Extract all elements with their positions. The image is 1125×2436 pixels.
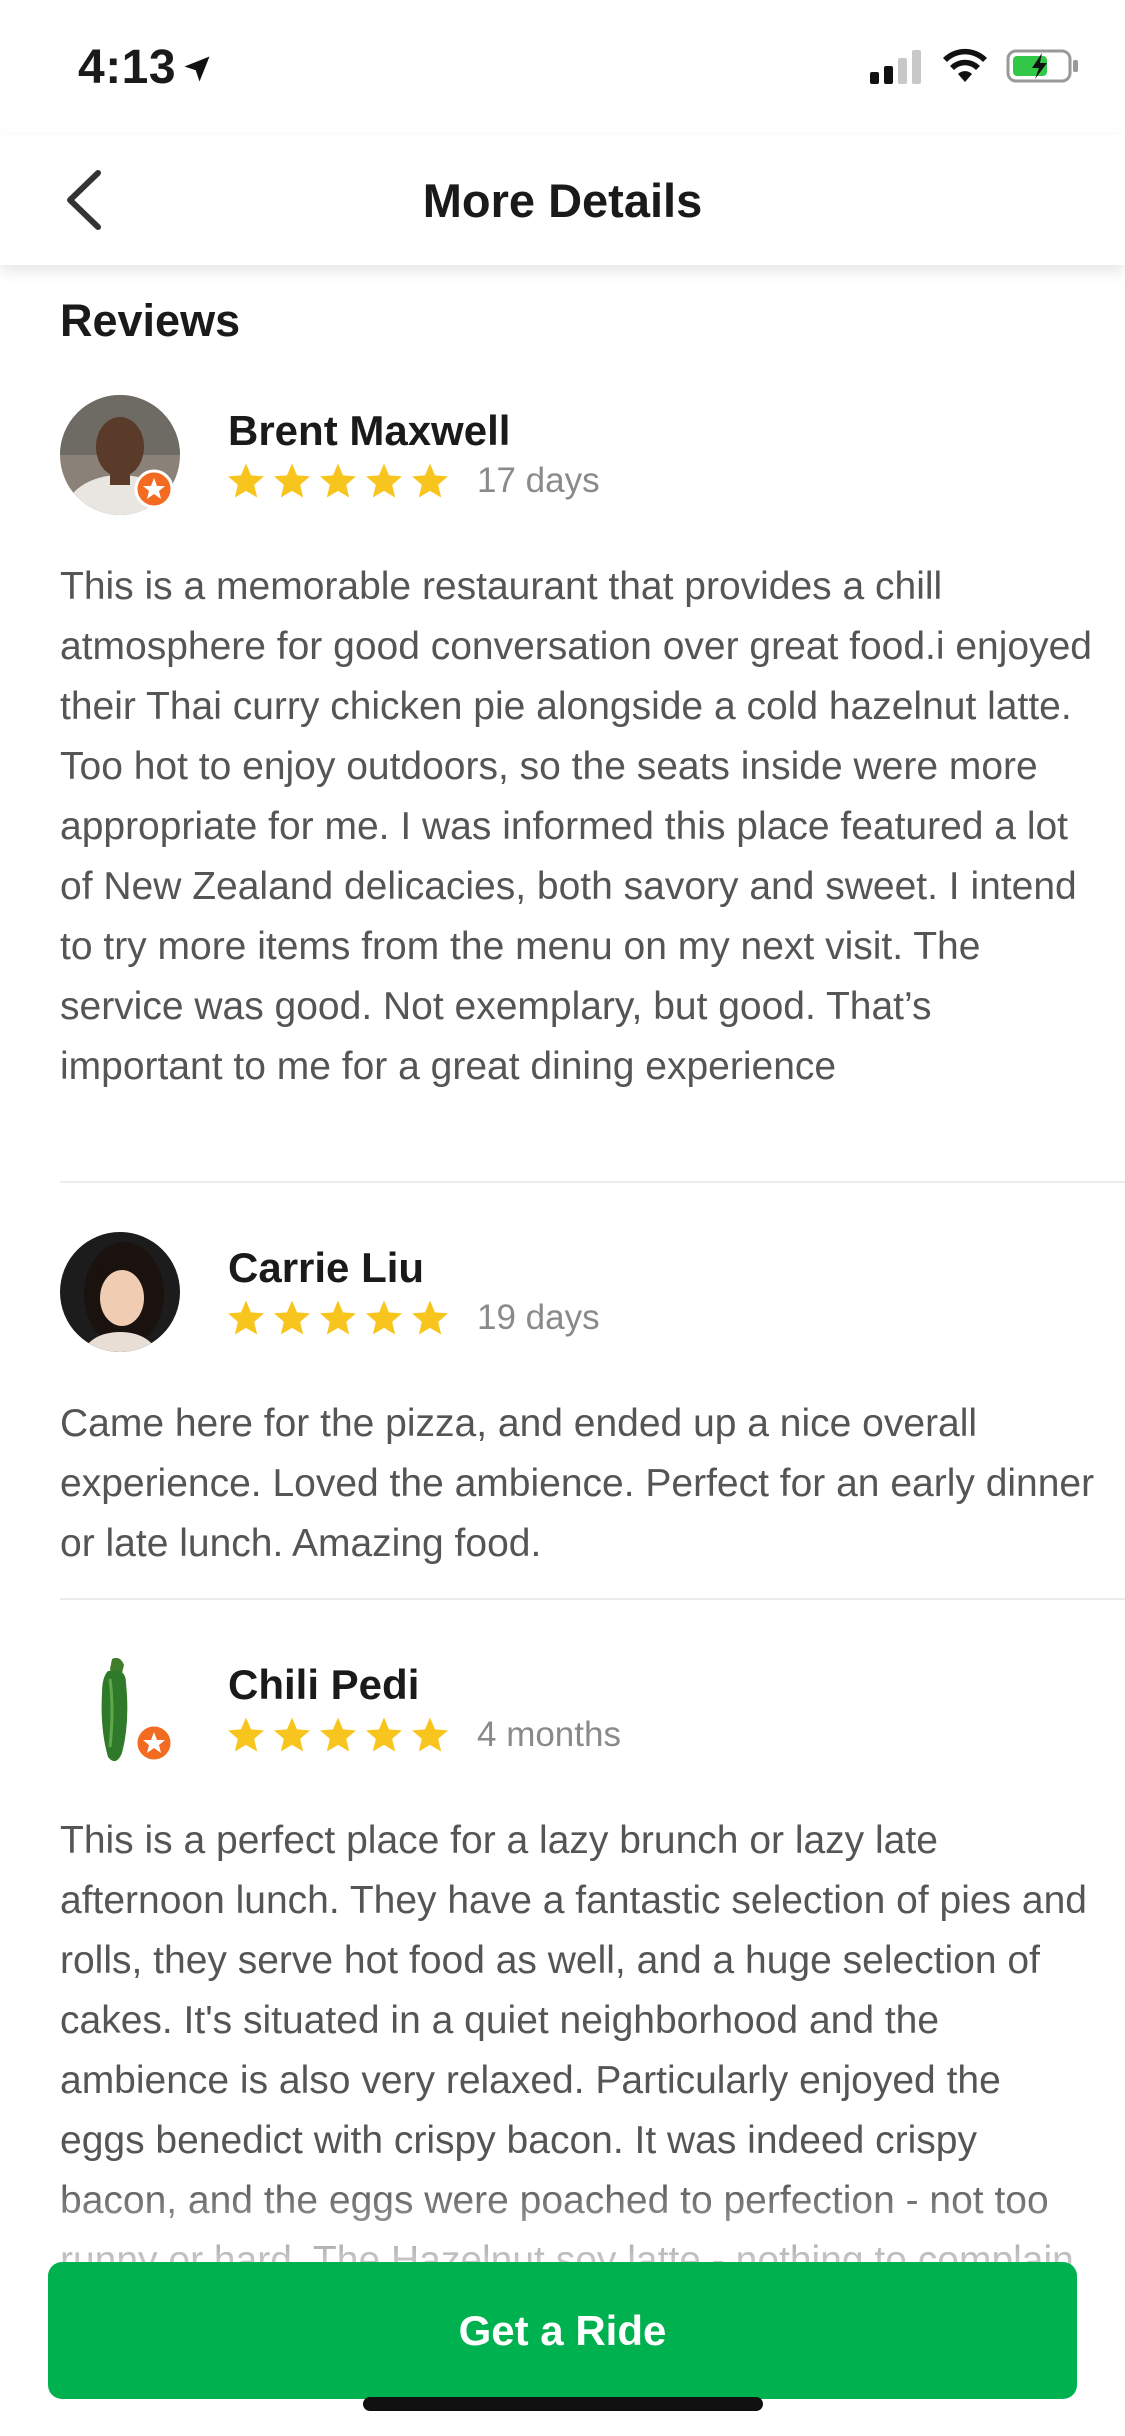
home-indicator [363,2397,763,2411]
star-icon [366,1300,402,1335]
reviewer-avatar [60,1232,180,1352]
star-icon [320,463,356,498]
star-icon [274,1300,310,1335]
star-icon [228,1300,264,1335]
review-item: Carrie Liu 19 days Came here for the piz… [60,1232,1125,1632]
location-arrow-icon [184,56,210,82]
divider [60,1181,1125,1183]
star-icon [274,463,310,498]
star-icon [366,1717,402,1752]
star-icon [412,463,448,498]
cellular-signal-icon [870,50,921,84]
star-icon [320,1717,356,1752]
navigation-bar: More Details [0,135,1125,265]
reviewer-avatar [101,1657,174,1763]
reviewer-avatar [60,395,180,515]
review-date: 4 months [477,1715,621,1754]
review-text: Came here for the pizza, and ended up a … [60,1402,1095,1565]
star-rating [226,461,450,501]
reviewer-name: Carrie Liu [228,1244,425,1291]
status-bar: 4:13 [0,0,1125,135]
star-rating [226,1715,450,1755]
review-text: This is a memorable restaurant that prov… [60,565,1092,1088]
review-date: 19 days [477,1298,600,1337]
star-icon [412,1300,448,1335]
reviews-content[interactable]: Reviews Brent Maxwell 17 days This is a … [0,265,1125,2436]
star-icon [366,463,402,498]
wifi-icon [943,48,987,82]
reviews-section-title: Reviews [60,295,241,346]
battery-charging-icon [1006,49,1078,83]
star-rating [226,1298,450,1338]
star-icon [274,1717,310,1752]
divider [60,1598,1125,1600]
star-icon [228,1717,264,1752]
review-item: Brent Maxwell 17 days This is a memorabl… [60,395,1125,1095]
get-a-ride-button[interactable]: Get a Ride [48,2262,1077,2399]
review-date: 17 days [477,461,600,500]
reviewer-name: Brent Maxwell [228,407,511,454]
star-icon [320,1300,356,1335]
reviewer-name: Chili Pedi [228,1661,420,1708]
star-icon [412,1717,448,1752]
page-title: More Details [422,174,703,227]
status-time: 4:13 [78,41,177,94]
status-indicators [870,48,1080,84]
star-icon [228,463,264,498]
